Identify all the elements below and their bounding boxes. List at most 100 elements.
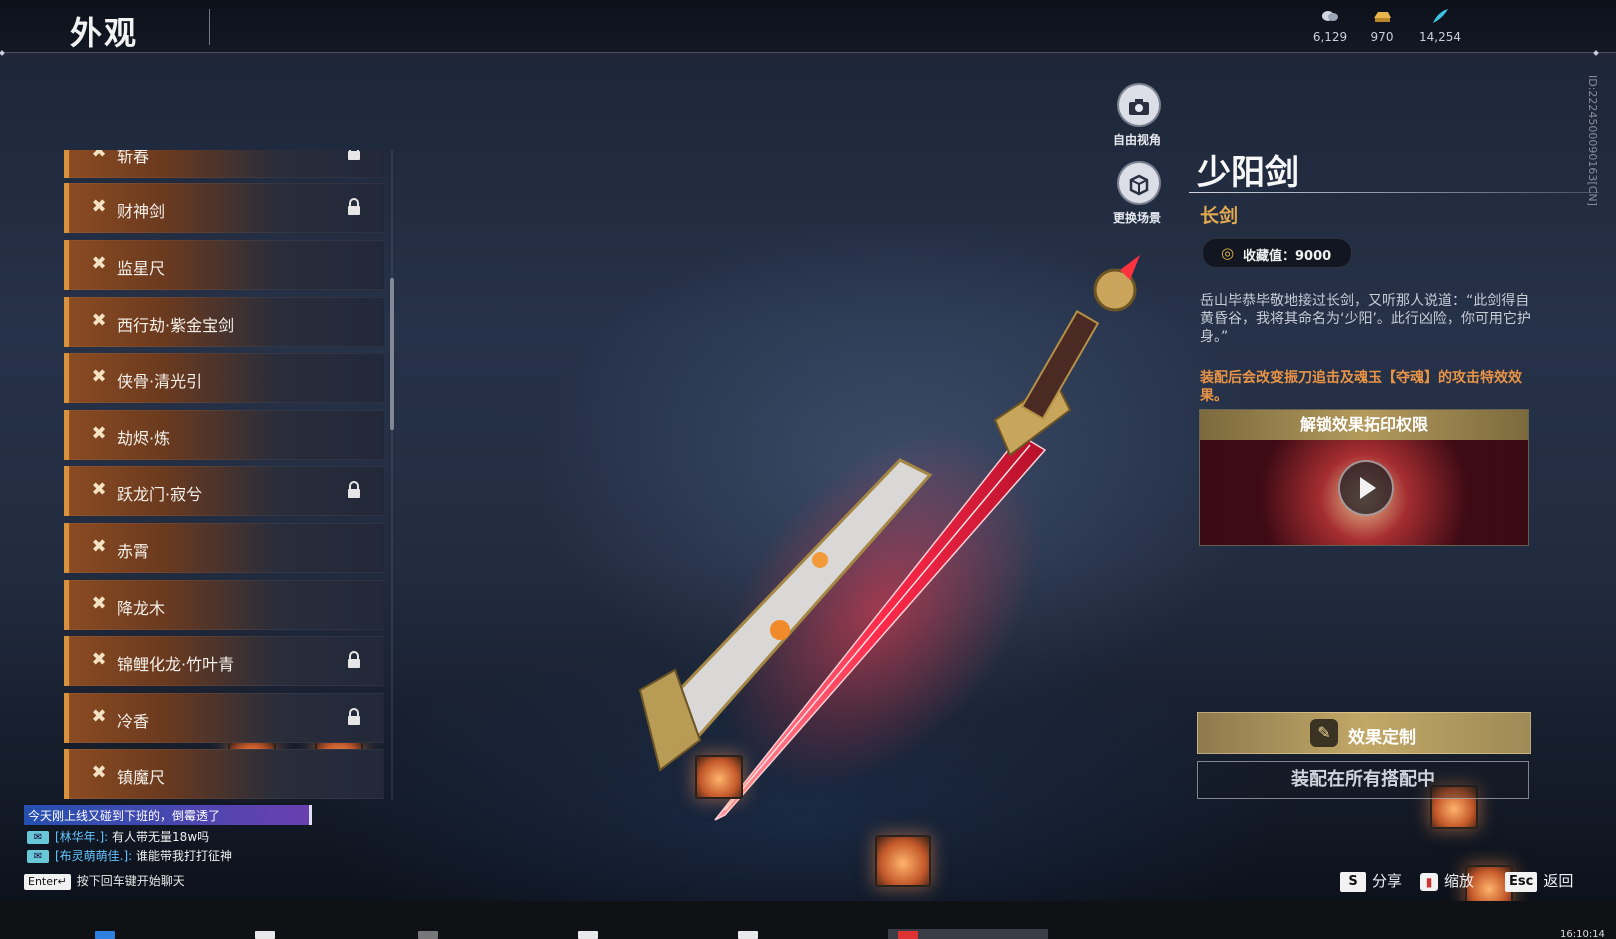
chat-message[interactable]: ✉ [布灵萌萌佳.]: 谁能带我打打征神 bbox=[27, 847, 232, 864]
change-scene-label: 更换场景 bbox=[1112, 211, 1161, 225]
list-scrollbar-track[interactable] bbox=[391, 150, 393, 800]
list-item-label: 跃龙门·寂兮 bbox=[117, 485, 203, 504]
list-item-label: 财神剑 bbox=[117, 202, 166, 221]
feather-amount: 14,254 bbox=[1419, 30, 1461, 44]
sword-showcase[interactable] bbox=[600, 250, 1190, 850]
name-underline bbox=[1189, 192, 1599, 193]
item-name: 少阳剑 bbox=[1197, 153, 1299, 193]
chat-message-highlight[interactable]: 今天刚上线又碰到下班的，倒霉透了 bbox=[24, 805, 312, 825]
gold-ingot-icon bbox=[1372, 8, 1392, 24]
chat-sender: [布灵萌萌佳.]: bbox=[55, 849, 133, 863]
taskbar-clock: 16:10:14 bbox=[1560, 929, 1605, 939]
page-title: 外观 bbox=[70, 14, 139, 52]
equip-all-button[interactable]: 装配在所有搭配中 bbox=[1197, 761, 1529, 799]
sword-cross-icon: ✖ bbox=[91, 253, 107, 274]
lantern-decor bbox=[695, 755, 743, 799]
list-item-label: 锦鲤化龙·竹叶青 bbox=[117, 655, 235, 674]
list-item-label: 赤霄 bbox=[117, 542, 150, 561]
sword-cross-icon: ✖ bbox=[91, 649, 107, 670]
share-label: 分享 bbox=[1372, 872, 1403, 890]
sword-cross-icon: ✖ bbox=[91, 310, 107, 331]
sword-cross-icon: ✖ bbox=[91, 196, 107, 217]
list-item-label: 镇魔尺 bbox=[117, 768, 166, 787]
sword-cross-icon: ✖ bbox=[91, 536, 107, 557]
list-item-label: 西行劫·紫金宝剑 bbox=[117, 316, 235, 335]
free-view-button[interactable] bbox=[1117, 83, 1161, 127]
zoom-label: 缩放 bbox=[1444, 872, 1475, 890]
collection-value: 收藏值：9000 bbox=[1243, 249, 1332, 264]
effect-video-thumbnail[interactable] bbox=[1200, 440, 1528, 545]
taskbar-app-icon[interactable] bbox=[95, 931, 115, 939]
sword-cross-icon: ✖ bbox=[91, 423, 107, 444]
channel-icon: ✉ bbox=[27, 831, 49, 844]
sword-cross-icon: ✖ bbox=[91, 150, 107, 162]
effect-note: 装配后会改变振刀追击及魂玉【夺魂】的攻击特效效果。 bbox=[1200, 370, 1522, 404]
zoom-hint[interactable]: ▮ 缩放 bbox=[1420, 870, 1474, 891]
gold-amount: 970 bbox=[1370, 30, 1394, 44]
effect-customize-button[interactable]: ✎ 效果定制 bbox=[1197, 712, 1531, 754]
lock-icon bbox=[347, 651, 361, 669]
list-item[interactable]: ✖ 财神剑 bbox=[64, 183, 384, 233]
sword-cross-icon: ✖ bbox=[91, 593, 107, 614]
chat-highlight-text: 今天刚上线又碰到下班的，倒霉透了 bbox=[28, 809, 221, 823]
list-item-label: 侠骨·清光引 bbox=[117, 372, 203, 391]
silver-amount: 6,129 bbox=[1312, 30, 1348, 44]
back-hint[interactable]: Esc 返回 bbox=[1505, 870, 1573, 892]
back-label: 返回 bbox=[1543, 872, 1574, 890]
list-item[interactable]: ✖ 劫烬·炼 bbox=[64, 410, 384, 460]
chat-text: 有人带无量18w吗 bbox=[108, 830, 210, 844]
sword-cross-icon: ✖ bbox=[91, 762, 107, 783]
list-item[interactable]: ✖ 侠骨·清光引 bbox=[64, 353, 384, 403]
title-divider bbox=[209, 9, 210, 45]
list-item[interactable]: ✖ 监星尺 bbox=[64, 240, 384, 290]
chat-hint-text: 按下回车键开始聊天 bbox=[76, 874, 185, 888]
share-hint[interactable]: S 分享 bbox=[1340, 870, 1402, 892]
taskbar-app-icon[interactable] bbox=[255, 931, 275, 939]
unlock-effect-preview[interactable]: 解锁效果拓印权限 bbox=[1199, 409, 1529, 546]
list-item-label: 冷香 bbox=[117, 712, 150, 731]
cube-icon bbox=[1128, 171, 1150, 195]
chat-sender: [林华年.]: bbox=[55, 830, 109, 844]
free-view-label: 自由视角 bbox=[1112, 133, 1161, 147]
list-item[interactable]: ✖ 斩春 bbox=[64, 150, 384, 178]
list-item-label: 劫烬·炼 bbox=[117, 429, 171, 448]
list-item-label: 监星尺 bbox=[117, 259, 166, 278]
jade-feather-icon bbox=[1430, 8, 1450, 24]
currency-gold: 970 bbox=[1352, 8, 1412, 44]
silver-coin-icon bbox=[1320, 8, 1340, 24]
list-item-label: 降龙木 bbox=[117, 599, 166, 618]
taskbar-game-icon[interactable] bbox=[898, 931, 918, 939]
chat-input-hint[interactable]: Enter↵ 按下回车键开始聊天 bbox=[24, 872, 185, 890]
item-type: 长剑 bbox=[1200, 205, 1239, 227]
play-icon[interactable] bbox=[1338, 460, 1394, 516]
sword-cross-icon: ✖ bbox=[91, 706, 107, 727]
list-item[interactable]: ✖ 锦鲤化龙·竹叶青 bbox=[64, 636, 384, 686]
list-item[interactable]: ✖ 跃龙门·寂兮 bbox=[64, 466, 384, 516]
taskbar-app-icon[interactable] bbox=[738, 931, 758, 939]
taskbar-app-icon[interactable] bbox=[578, 931, 598, 939]
chat-message[interactable]: ✉ [林华年.]: 有人带无量18w吗 bbox=[27, 828, 209, 845]
currency-feather: 14,254 bbox=[1410, 8, 1470, 44]
unlock-effect-title: 解锁效果拓印权限 bbox=[1200, 410, 1528, 440]
list-item[interactable]: ✖ 赤霄 bbox=[64, 523, 384, 573]
change-scene-button[interactable] bbox=[1117, 161, 1161, 205]
list-item[interactable]: ✖ 冷香 bbox=[64, 693, 384, 743]
lantern-decor bbox=[875, 835, 931, 887]
enter-key: Enter↵ bbox=[24, 873, 71, 890]
brush-icon: ✎ bbox=[1310, 719, 1338, 747]
list-scrollbar-thumb[interactable] bbox=[390, 278, 394, 430]
effect-customize-label: 效果定制 bbox=[1348, 728, 1416, 748]
lock-icon bbox=[347, 481, 361, 499]
currency-silver: 6,129 bbox=[1300, 8, 1360, 44]
list-item[interactable]: ✖ 西行劫·紫金宝剑 bbox=[64, 297, 384, 347]
player-id: ID:2224500090163[CN] bbox=[1586, 75, 1599, 206]
list-item-label: 斩春 bbox=[117, 150, 150, 166]
chat-text: 谁能带我打打征神 bbox=[132, 849, 233, 863]
list-item[interactable]: ✖ 降龙木 bbox=[64, 580, 384, 630]
appearance-list[interactable]: ✖ 斩春 ✖ 财神剑 ✖ 监星尺 ✖ 西行劫·紫金宝剑 ✖ 侠骨·清光引 ✖ 劫… bbox=[64, 150, 384, 800]
item-description: 岳山毕恭毕敬地接过长剑，又听那人说道：“此剑得自黄昏谷，我将其命名为‘少阳’。此… bbox=[1200, 293, 1531, 345]
list-item[interactable]: ✖ 镇魔尺 bbox=[64, 749, 384, 799]
lock-icon bbox=[347, 150, 361, 161]
taskbar-app-icon[interactable] bbox=[418, 931, 438, 939]
collection-value-badge: ◎ 收藏值：9000 bbox=[1202, 238, 1352, 268]
